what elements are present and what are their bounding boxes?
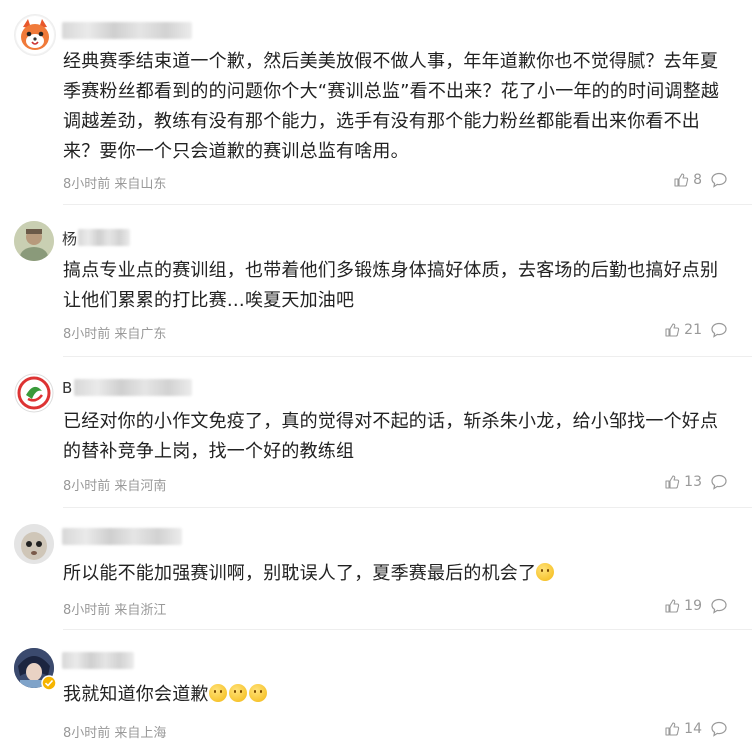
comment-text: 已经对你的小作文免疫了，真的觉得对不起的话，斩杀朱小龙，给小邹找一个好点的替补竞… [63,411,719,462]
like-count: 13 [684,474,702,490]
like-count: 21 [684,322,702,338]
like-button[interactable]: 13 [664,474,702,490]
comment-text: 所以能不能加强赛训啊，别耽误人了，夏季赛最后的机会了 [63,559,733,589]
comment-location: 来自河南 [114,479,167,494]
comment-meta: 8小时前 来自山东 [63,173,166,192]
cartoon-animal-avatar-icon [16,16,54,54]
comment-time: 8小时前 [63,726,111,741]
comment-location: 来自山东 [114,177,167,192]
comment-meta: 8小时前 来自河南 [63,475,166,494]
comment-item: 我就知道你会道歉 8小时前 来自上海 14 [0,630,752,753]
thumbs-up-icon [665,722,680,736]
comment-time: 8小时前 [63,479,111,494]
username-blurred[interactable] [74,379,192,396]
thumbs-up-icon [674,173,689,187]
comment-time: 8小时前 [63,603,111,618]
comment-text: 我就知道你会道歉 [63,680,733,710]
thumbs-up-icon [665,599,680,613]
like-count: 8 [693,172,702,188]
username-blurred[interactable] [62,652,134,669]
comment-item: 所以能不能加强赛训啊，别耽误人了，夏季赛最后的机会了 8小时前 来自浙江 19 [0,508,752,630]
comment-meta: 8小时前 来自上海 [63,722,166,741]
reply-bubble-icon[interactable] [710,171,728,189]
user-avatar[interactable] [14,221,54,261]
comment-item: 经典赛季结束道一个歉，然后美美放假不做人事，年年道歉你也不觉得腻？去年夏季赛粉丝… [0,0,752,205]
thumbs-up-icon [665,475,680,489]
person-photo-avatar-icon [14,221,54,261]
reply-bubble-icon[interactable] [710,321,728,339]
user-avatar[interactable] [14,373,54,413]
comment-location: 来自广东 [114,327,167,342]
like-button[interactable]: 19 [664,598,702,614]
username-blurred[interactable] [62,22,192,39]
verified-badge-icon [41,675,57,691]
comment-meta: 8小时前 来自浙江 [63,599,166,618]
like-count: 19 [684,598,702,614]
user-avatar[interactable] [14,648,57,691]
comment-text: 搞点专业点的赛训组，也带着他们多锻炼身体搞好体质，去客场的后勤也搞好点别让他们累… [63,260,719,311]
reply-bubble-icon[interactable] [710,597,728,615]
user-avatar[interactable] [14,524,54,564]
cartoon-face-avatar-icon [14,524,54,564]
emoji-icon [228,684,247,702]
emoji-icon [248,684,267,702]
comment-item: 杨 搞点专业点的赛训组，也带着他们多锻炼身体搞好体质，去客场的后勤也搞好点别让他… [0,205,752,357]
like-button[interactable]: 8 [673,172,702,188]
comment-text-body: 所以能不能加强赛训啊，别耽误人了，夏季赛最后的机会了 [63,563,537,584]
reply-bubble-icon[interactable] [710,720,728,738]
comment-meta: 8小时前 来自广东 [63,323,166,342]
comment-location: 来自浙江 [114,603,167,618]
username-blurred[interactable] [62,528,182,545]
comment-item: B 已经对你的小作文免疫了，真的觉得对不起的话，斩杀朱小龙，给小邹找一个好点的替… [0,357,752,508]
like-button[interactable]: 14 [664,721,702,737]
username-first-char[interactable]: B [62,379,72,397]
comment-text: 经典赛季结束道一个歉，然后美美放假不做人事，年年道歉你也不觉得腻？去年夏季赛粉丝… [63,51,720,162]
like-count: 14 [684,721,702,737]
emoji-icon [536,563,555,581]
reply-bubble-icon[interactable] [710,473,728,491]
team-logo-avatar-icon [14,373,54,413]
comment-text-body: 我就知道你会道歉 [63,684,209,705]
comment-location: 来自上海 [114,726,167,741]
user-avatar[interactable] [14,14,56,56]
emoji-icon [208,684,227,702]
comment-time: 8小时前 [63,177,111,192]
username-first-char[interactable]: 杨 [62,228,77,249]
thumbs-up-icon [665,323,680,337]
comment-time: 8小时前 [63,327,111,342]
like-button[interactable]: 21 [664,322,702,338]
username-blurred[interactable] [78,229,130,246]
